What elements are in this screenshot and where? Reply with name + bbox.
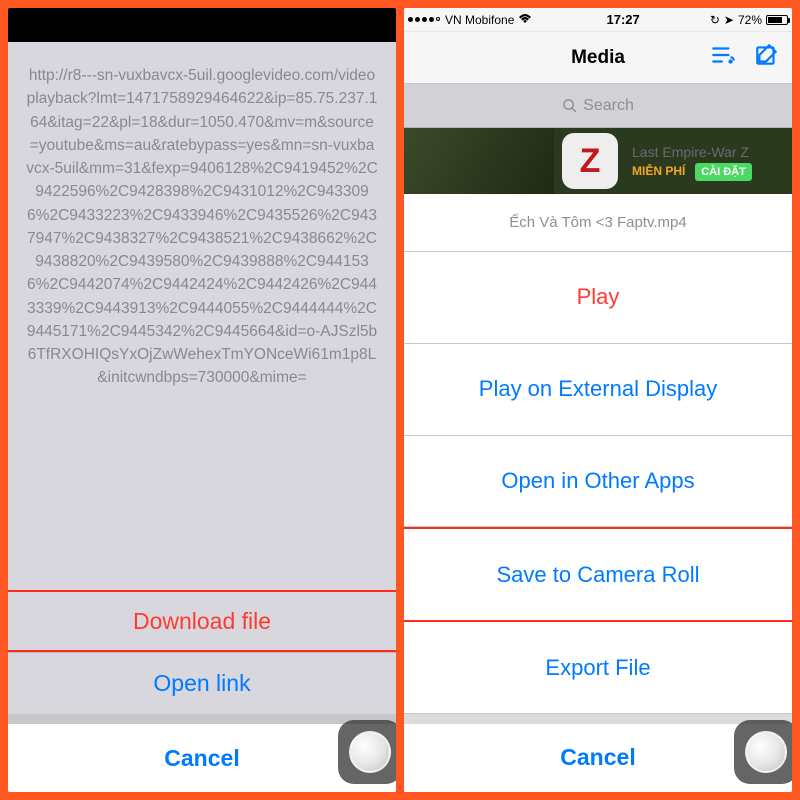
save-roll-label: Save to Camera Roll: [497, 562, 700, 588]
play-button[interactable]: Play: [404, 252, 792, 344]
file-name-label: Ếch Và Tôm <3 Faptv.mp4: [404, 194, 792, 252]
ad-banner[interactable]: Z Last Empire-War Z MIỄN PHÍ CÀI ĐẶT: [404, 128, 792, 194]
play-external-label: Play on External Display: [479, 376, 717, 402]
action-sheet: Ếch Và Tôm <3 Faptv.mp4 Play Play on Ext…: [404, 194, 792, 792]
ad-install-button[interactable]: CÀI ĐẶT: [695, 163, 752, 181]
battery-percent: 72%: [738, 13, 762, 27]
refresh-icon: ↻: [710, 13, 720, 27]
status-bar: VN Mobifone 17:27 ↻ ➤ 72%: [404, 8, 792, 32]
play-label: Play: [577, 284, 620, 310]
ad-text: Last Empire-War Z MIỄN PHÍ CÀI ĐẶT: [626, 139, 758, 184]
assistive-ring: [349, 731, 391, 773]
ad-icon-letter: Z: [580, 142, 601, 181]
ad-title: Last Empire-War Z: [632, 143, 752, 161]
left-screenshot: http://r8---sn-vuxbavcx-5uil.googlevideo…: [8, 8, 396, 792]
status-blackbar: [8, 8, 396, 42]
carrier-label: VN Mobifone: [445, 13, 514, 27]
wifi-icon: [518, 12, 532, 27]
open-other-apps-button[interactable]: Open in Other Apps: [404, 436, 792, 528]
ad-artwork: [404, 128, 554, 194]
search-input[interactable]: Search: [404, 84, 792, 128]
export-label: Export File: [545, 655, 650, 681]
location-icon: ➤: [724, 13, 734, 27]
assistive-touch-icon-right[interactable]: [734, 720, 792, 784]
sheet-gap: [404, 714, 792, 724]
cancel-button-left[interactable]: Cancel: [8, 724, 396, 792]
ad-free-label: MIỄN PHÍ: [632, 164, 685, 178]
cancel-label: Cancel: [164, 745, 239, 772]
search-placeholder: Search: [583, 97, 634, 115]
status-right: ↻ ➤ 72%: [710, 13, 788, 27]
save-camera-roll-button[interactable]: Save to Camera Roll: [404, 527, 792, 622]
search-icon: [562, 98, 577, 113]
export-file-button[interactable]: Export File: [404, 622, 792, 714]
playlist-icon[interactable]: [710, 42, 736, 73]
time-label: 17:27: [536, 12, 709, 27]
compose-icon[interactable]: [754, 42, 780, 73]
nav-right-actions: [710, 42, 780, 73]
sheet-separator: [8, 714, 396, 724]
download-label: Download file: [133, 608, 271, 635]
cancel-button-right[interactable]: Cancel: [404, 724, 792, 792]
open-apps-label: Open in Other Apps: [501, 468, 694, 494]
download-file-button[interactable]: Download file: [8, 590, 396, 652]
navigation-bar: Media: [404, 32, 792, 84]
open-link-button[interactable]: Open link: [8, 652, 396, 714]
battery-icon: [766, 15, 788, 25]
url-text: http://r8---sn-vuxbavcx-5uil.googlevideo…: [26, 67, 378, 386]
right-screenshot: VN Mobifone 17:27 ↻ ➤ 72% Media Search: [404, 8, 792, 792]
play-external-button[interactable]: Play on External Display: [404, 344, 792, 436]
assistive-touch-icon[interactable]: [338, 720, 396, 784]
assistive-ring: [745, 731, 787, 773]
signal-dots-icon: [408, 17, 440, 22]
cancel-label-right: Cancel: [560, 744, 635, 771]
open-link-label: Open link: [153, 670, 250, 697]
ad-app-icon: Z: [562, 133, 618, 189]
page-title: Media: [571, 47, 625, 69]
url-text-block: http://r8---sn-vuxbavcx-5uil.googlevideo…: [8, 42, 396, 590]
